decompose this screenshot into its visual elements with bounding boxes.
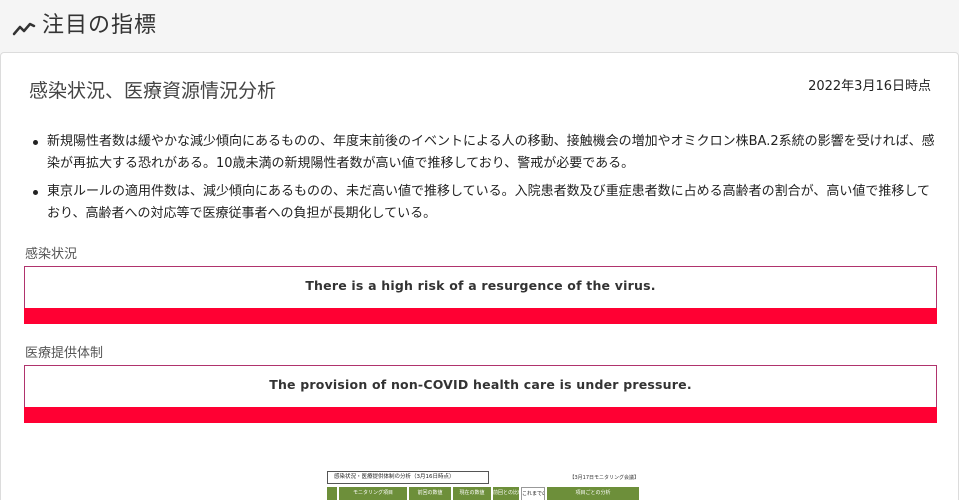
trend-line-icon — [12, 22, 36, 36]
bullet-item: 東京ルールの適用件数は、減少傾向にあるものの、未だ高い値で推移している。入院患者… — [29, 181, 937, 225]
thumbnail-cell — [327, 487, 337, 500]
thumbnail-title: 感染状況・医療提供体制の分析（3月16日時点） — [327, 471, 489, 484]
infection-status-message: There is a high risk of a resurgence of … — [305, 278, 656, 293]
analysis-card: 感染状況、医療資源情況分析 2022年3月16日時点 新規陽性者数は緩やかな減少… — [0, 52, 959, 500]
infection-alert-bar — [24, 308, 937, 324]
thumbnail-date: 【3月17日モニタリング会議】 — [569, 475, 639, 481]
bullet-item: 新規陽性者数は緩やかな減少傾向にあるものの、年度末前後のイベントによる人の移動、… — [29, 131, 937, 175]
thumbnail-cell: これまでの最大値 — [521, 487, 545, 500]
medical-status-message: The provision of non-COVID health care i… — [269, 377, 692, 392]
thumbnail-cell: 項目ごとの分析 — [547, 487, 639, 500]
thumbnail-header-row: モニタリング項目 前回の数値 現在の数値 前回との比較 これまでの最大値 項目ご… — [327, 487, 639, 500]
date-stamp: 2022年3月16日時点 — [808, 79, 931, 94]
medical-alert-bar — [24, 407, 937, 423]
analysis-thumbnail-image: 感染状況・医療提供体制の分析（3月16日時点） 【3月17日モニタリング会議】 … — [327, 471, 639, 500]
section-title: 感染状況、医療資源情況分析 — [29, 80, 277, 102]
thumbnail-cell: 前回との比較 — [493, 487, 519, 500]
page-header: 注目の指標 — [0, 0, 959, 52]
thumbnail-cell: 現在の数値 — [453, 487, 491, 500]
medical-status-box: The provision of non-COVID health care i… — [24, 365, 937, 423]
analysis-bullets: 新規陽性者数は緩やかな減少傾向にあるものの、年度末前後のイベントによる人の移動、… — [29, 131, 937, 231]
thumbnail-cell: 前回の数値 — [409, 487, 451, 500]
medical-status-label: 医療提供体制 — [25, 346, 104, 361]
page-title: 注目の指標 — [42, 13, 158, 38]
thumbnail-cell: モニタリング項目 — [339, 487, 407, 500]
infection-status-box: There is a high risk of a resurgence of … — [24, 266, 937, 324]
infection-status-label: 感染状況 — [25, 247, 78, 262]
